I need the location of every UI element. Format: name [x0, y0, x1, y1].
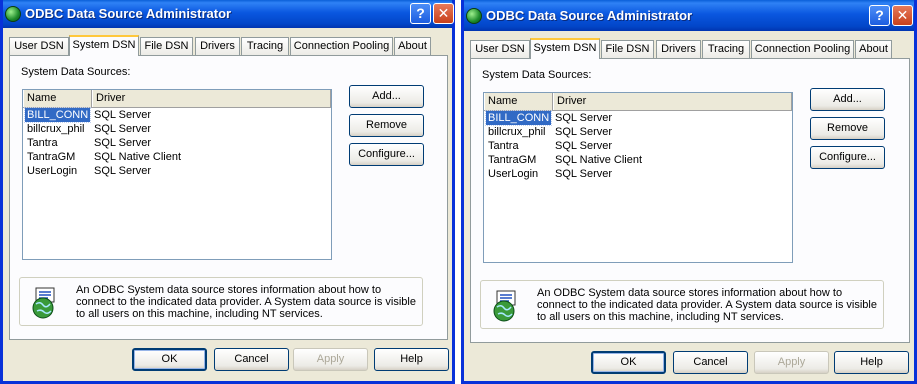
add-button[interactable]: Add...	[349, 85, 424, 108]
data-source-list[interactable]: Name Driver BILL_CONN SQL Server billcru…	[483, 92, 793, 263]
ok-button[interactable]: OK	[591, 351, 666, 374]
table-row[interactable]: Tantra SQL Server	[484, 139, 792, 153]
table-row[interactable]: Tantra SQL Server	[23, 136, 331, 150]
configure-button[interactable]: Configure...	[349, 143, 424, 166]
remove-button[interactable]: Remove	[349, 114, 424, 137]
row-driver: SQL Server	[94, 123, 152, 135]
row-name: TantraGM	[488, 154, 537, 166]
cancel-button[interactable]: Cancel	[214, 348, 289, 371]
tab-tracing[interactable]: Tracing	[702, 40, 750, 58]
odbc-globe-icon	[466, 8, 482, 24]
data-source-list[interactable]: Name Driver BILL_CONN SQL Server billcru…	[22, 89, 332, 260]
odbc-globe-icon	[5, 6, 21, 22]
tab-system-dsn[interactable]: System DSN	[530, 38, 600, 59]
row-driver: SQL Server	[94, 109, 152, 121]
info-text: An ODBC System data source stores inform…	[537, 287, 877, 323]
table-row[interactable]: BILL_CONN SQL Server	[23, 107, 331, 123]
table-row[interactable]: billcrux_phil SQL Server	[23, 122, 331, 136]
ok-button[interactable]: OK	[132, 348, 207, 371]
title-bar[interactable]: ODBC Data Source Administrator ? ✕	[464, 0, 914, 31]
tab-drivers[interactable]: Drivers	[656, 40, 701, 58]
list-header: Name Driver	[23, 90, 331, 108]
configure-button[interactable]: Configure...	[810, 146, 885, 169]
row-name: billcrux_phil	[27, 123, 85, 135]
row-driver: SQL Native Client	[555, 154, 643, 166]
tab-tracing[interactable]: Tracing	[241, 37, 289, 55]
row-driver: SQL Native Client	[94, 151, 182, 163]
table-row[interactable]: TantraGM SQL Native Client	[23, 150, 331, 164]
row-name: billcrux_phil	[488, 126, 546, 138]
remove-button[interactable]: Remove	[810, 117, 885, 140]
help-icon[interactable]: ?	[869, 5, 890, 26]
column-header-name[interactable]: Name	[484, 93, 553, 110]
column-header-driver[interactable]: Driver	[92, 90, 331, 107]
row-driver: SQL Server	[94, 137, 152, 149]
tab-user-dsn[interactable]: User DSN	[470, 40, 530, 58]
window-title: ODBC Data Source Administrator	[25, 6, 232, 21]
close-icon[interactable]: ✕	[892, 5, 913, 26]
row-name: Tantra	[488, 140, 519, 152]
table-row[interactable]: TantraGM SQL Native Client	[484, 153, 792, 167]
tab-system-dsn[interactable]: System DSN	[69, 35, 139, 56]
tab-about[interactable]: About	[394, 37, 431, 55]
tab-connection-pooling[interactable]: Connection Pooling	[290, 37, 393, 55]
column-header-name[interactable]: Name	[23, 90, 92, 107]
data-source-info-icon	[32, 287, 55, 319]
list-rows: BILL_CONN SQL Server billcrux_phil SQL S…	[484, 110, 792, 181]
section-label: System Data Sources:	[21, 66, 131, 78]
tab-connection-pooling[interactable]: Connection Pooling	[751, 40, 854, 58]
table-row[interactable]: UserLogin SQL Server	[484, 167, 792, 181]
tab-file-dsn[interactable]: File DSN	[601, 40, 654, 58]
column-header-driver[interactable]: Driver	[553, 93, 792, 110]
tab-strip: User DSN System DSN File DSN Drivers Tra…	[9, 35, 446, 56]
tab-drivers[interactable]: Drivers	[195, 37, 240, 55]
window-title: ODBC Data Source Administrator	[486, 8, 693, 23]
row-name: Tantra	[27, 137, 58, 149]
table-row[interactable]: BILL_CONN SQL Server	[484, 110, 792, 126]
list-header: Name Driver	[484, 93, 792, 111]
tab-strip: User DSN System DSN File DSN Drivers Tra…	[470, 38, 908, 59]
odbc-admin-window-left: ODBC Data Source Administrator ? ✕ User …	[0, 0, 455, 384]
system-dsn-panel: System Data Sources: Name Driver BILL_CO…	[470, 58, 910, 343]
row-driver: SQL Server	[555, 168, 613, 180]
help-icon[interactable]: ?	[410, 3, 431, 24]
table-row[interactable]: billcrux_phil SQL Server	[484, 125, 792, 139]
list-rows: BILL_CONN SQL Server billcrux_phil SQL S…	[23, 107, 331, 178]
system-dsn-panel: System Data Sources: Name Driver BILL_CO…	[9, 55, 448, 340]
section-label: System Data Sources:	[482, 69, 592, 81]
add-button[interactable]: Add...	[810, 88, 885, 111]
tab-file-dsn[interactable]: File DSN	[140, 37, 193, 55]
apply-button: Apply	[293, 348, 368, 371]
help-button[interactable]: Help	[834, 351, 909, 374]
info-box: An ODBC System data source stores inform…	[480, 280, 884, 329]
row-driver: SQL Server	[555, 112, 613, 124]
row-driver: SQL Server	[555, 140, 613, 152]
tab-user-dsn[interactable]: User DSN	[9, 37, 69, 55]
info-text: An ODBC System data source stores inform…	[76, 284, 416, 320]
odbc-admin-window-right: ODBC Data Source Administrator ? ✕ User …	[461, 0, 917, 384]
row-name: UserLogin	[488, 168, 539, 180]
data-source-info-icon	[493, 290, 516, 322]
row-driver: SQL Server	[555, 126, 613, 138]
close-icon[interactable]: ✕	[433, 3, 454, 24]
info-box: An ODBC System data source stores inform…	[19, 277, 423, 326]
row-driver: SQL Server	[94, 165, 152, 177]
tab-about[interactable]: About	[855, 40, 892, 58]
help-button[interactable]: Help	[374, 348, 449, 371]
table-row[interactable]: UserLogin SQL Server	[23, 164, 331, 178]
row-name: UserLogin	[27, 165, 78, 177]
row-name: BILL_CONN	[484, 110, 553, 126]
cancel-button[interactable]: Cancel	[673, 351, 748, 374]
row-name: TantraGM	[27, 151, 76, 163]
row-name: BILL_CONN	[23, 107, 92, 123]
title-bar[interactable]: ODBC Data Source Administrator ? ✕	[3, 0, 454, 28]
apply-button: Apply	[754, 351, 829, 374]
